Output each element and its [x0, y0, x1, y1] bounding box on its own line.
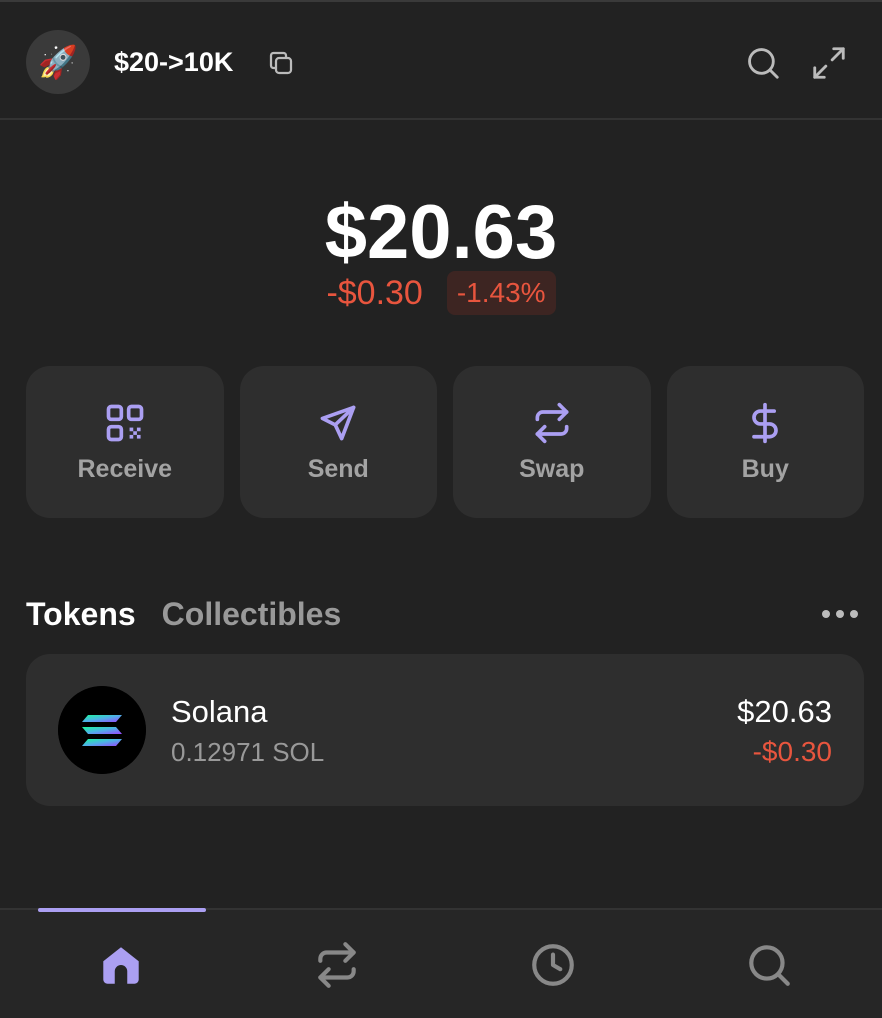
send-button[interactable]: Send — [239, 366, 437, 518]
token-row[interactable]: Solana 0.12971 SOL $20.63 -$0.30 — [26, 654, 864, 806]
buy-label: Buy — [741, 454, 789, 483]
token-value: $20.63 — [737, 694, 832, 729]
nav-history[interactable] — [443, 910, 663, 1018]
nav-search[interactable] — [659, 910, 879, 1018]
bottom-nav — [0, 908, 882, 1018]
send-label: Send — [307, 454, 369, 483]
swap-icon — [318, 942, 356, 988]
token-amount: 0.12971 SOL — [171, 737, 325, 767]
account-name[interactable]: $20->10K — [114, 44, 233, 80]
balance-change-value: -$0.30 — [326, 274, 423, 312]
action-buttons: Receive Send Swap Buy — [26, 366, 864, 518]
expand-icon[interactable] — [810, 44, 848, 82]
receive-button[interactable]: Receive — [26, 366, 224, 518]
account-avatar[interactable]: 🚀 — [26, 30, 90, 94]
buy-button[interactable]: Buy — [666, 366, 864, 518]
balance-change-row: -$0.30 -1.43% — [0, 270, 882, 316]
nav-swap[interactable] — [227, 910, 447, 1018]
header: 🚀 $20->10K — [0, 2, 882, 120]
dollar-icon — [752, 402, 779, 443]
home-icon — [103, 947, 139, 984]
qr-code-icon — [106, 404, 144, 441]
tab-tokens[interactable]: Tokens — [26, 592, 136, 636]
asset-tabs: Tokens Collectibles — [26, 592, 341, 636]
balance-change-percent-badge: -1.43% — [446, 271, 556, 315]
history-icon — [532, 944, 574, 986]
rocket-icon: 🚀 — [38, 44, 78, 80]
copy-icon[interactable] — [266, 48, 296, 78]
search-icon[interactable] — [744, 44, 782, 82]
swap-label: Swap — [519, 454, 585, 483]
nav-home[interactable] — [11, 910, 231, 1018]
total-balance: $20.63 — [324, 190, 558, 275]
solana-logo-icon — [58, 686, 146, 774]
token-change: -$0.30 — [752, 736, 832, 767]
receive-label: Receive — [77, 454, 173, 483]
swap-button[interactable]: Swap — [453, 366, 651, 518]
wallet-app: 🚀 $20->10K $20.63 -$0.30 -1.43% Receive … — [0, 0, 882, 1018]
token-name: Solana — [171, 694, 268, 729]
tab-collectibles[interactable]: Collectibles — [162, 592, 342, 636]
send-icon — [320, 405, 356, 440]
more-options-icon[interactable] — [820, 602, 860, 626]
search-icon — [749, 945, 790, 986]
swap-icon — [535, 402, 569, 443]
